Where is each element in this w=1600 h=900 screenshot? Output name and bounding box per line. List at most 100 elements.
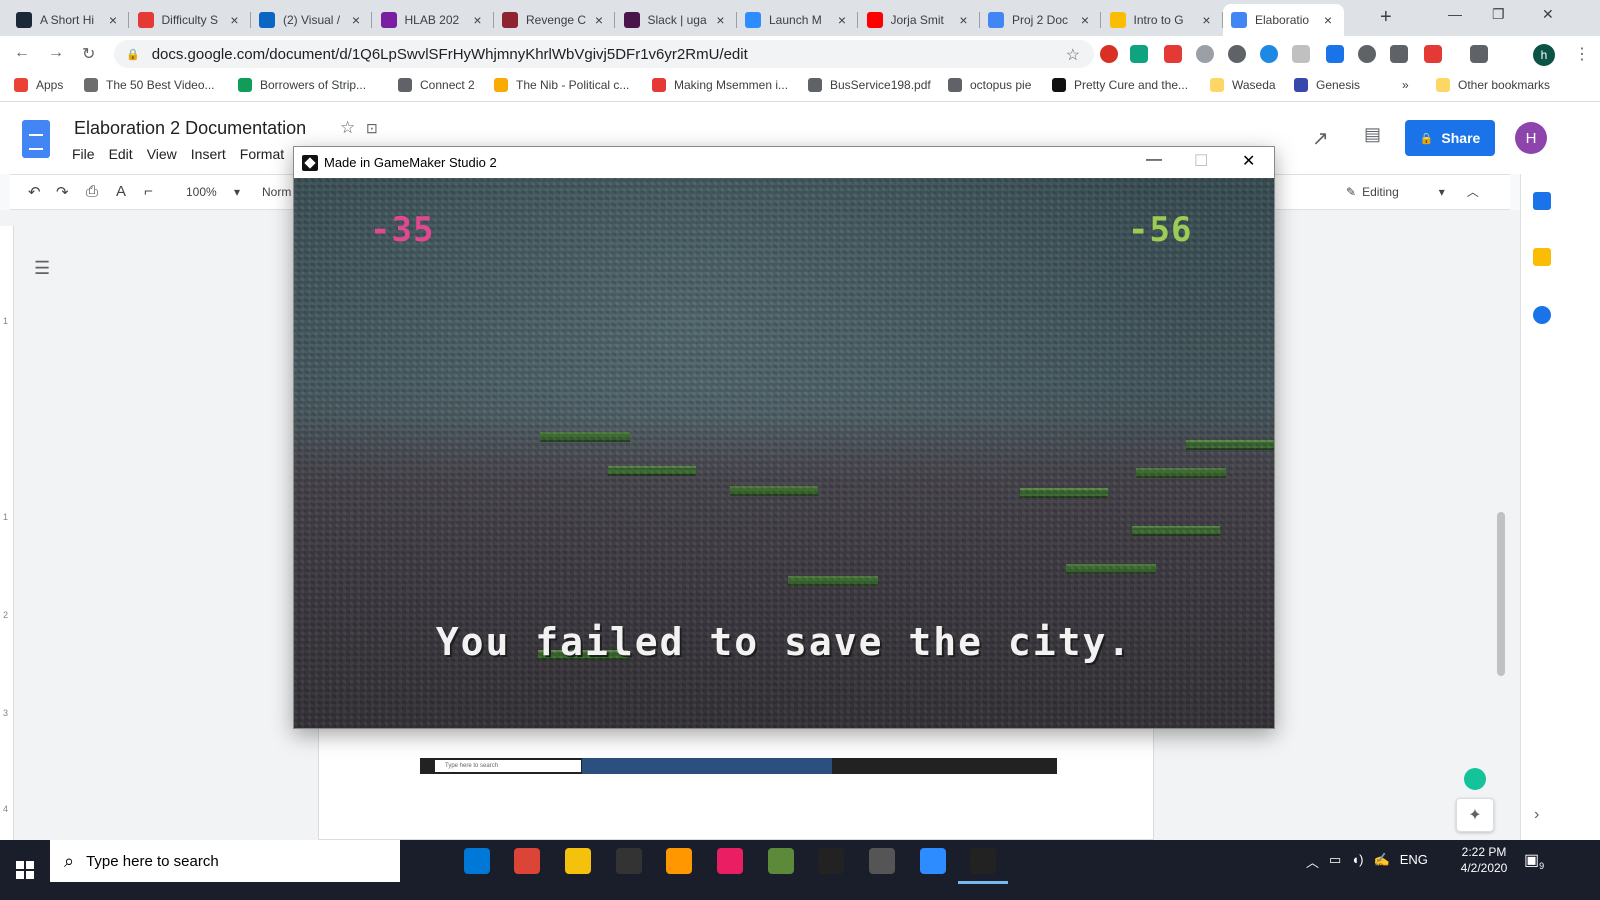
browser-tab[interactable]: HLAB 202 × (373, 4, 494, 36)
game-canvas[interactable]: -35 -56 You failed to save the city. (294, 178, 1274, 728)
minimize-icon[interactable]: — (1146, 151, 1162, 169)
extension-icon[interactable] (1358, 45, 1376, 63)
document-outline-icon[interactable]: ☰ (34, 258, 50, 279)
pen-workspace-icon[interactable]: ✍ (1374, 852, 1390, 871)
browser-tab[interactable]: (2) Visual / × (251, 4, 372, 36)
menu-format[interactable]: Format (240, 146, 292, 162)
collapse-toolbar-icon[interactable]: ︿ (1467, 183, 1479, 200)
print-icon[interactable]: ⎙ (86, 183, 98, 200)
bookmark-item[interactable]: The Nib - Political c... (494, 78, 629, 92)
browser-tab[interactable]: Proj 2 Doc × (980, 4, 1101, 36)
browser-menu-icon[interactable]: ⋮ (1574, 44, 1590, 64)
grammar-extension-icon[interactable] (1260, 45, 1278, 63)
bookmark-item[interactable]: Pretty Cure and the... (1052, 78, 1188, 92)
close-tab-icon[interactable]: × (834, 12, 850, 28)
beta-extension-icon[interactable] (1130, 45, 1148, 63)
paragraph-style-select[interactable]: Norm (262, 185, 291, 199)
profile-avatar[interactable]: h (1533, 44, 1555, 66)
task-view-icon[interactable] (411, 848, 437, 874)
bookmark-star-icon[interactable]: ☆ (1066, 45, 1080, 65)
adblock-extension-icon[interactable] (1100, 45, 1118, 63)
taskbar-clock[interactable]: 2:22 PM 4/2/2020 (1454, 844, 1514, 876)
extension-icon[interactable] (1196, 45, 1214, 63)
activity-dashboard-icon[interactable]: ↗ (1312, 126, 1329, 151)
close-tab-icon[interactable]: × (1320, 12, 1336, 28)
close-tab-icon[interactable]: × (1077, 12, 1093, 28)
edge-icon[interactable] (464, 848, 490, 874)
close-icon[interactable]: ✕ (1242, 151, 1255, 171)
menu-file[interactable]: File (72, 146, 103, 162)
other-bookmarks-folder[interactable]: Other bookmarks (1436, 78, 1550, 92)
bookmark-item[interactable]: octopus pie (948, 78, 1031, 92)
close-tab-icon[interactable]: × (956, 12, 972, 28)
forward-icon[interactable]: → (48, 44, 64, 62)
sublime-icon[interactable] (666, 848, 692, 874)
undo-icon[interactable]: ↶ (28, 183, 41, 201)
browser-tab[interactable]: Slack | uga × (616, 4, 737, 36)
gamemaker-running-icon[interactable] (958, 848, 1008, 884)
back-icon[interactable]: ← (14, 44, 30, 62)
comments-icon[interactable]: ▤ (1364, 124, 1381, 145)
calculator-icon[interactable] (869, 848, 895, 874)
game-title-bar[interactable]: Made in GameMaker Studio 2 — ☐ ✕ (294, 147, 1274, 178)
close-tab-icon[interactable]: × (713, 12, 729, 28)
calendar-icon[interactable] (1533, 192, 1551, 210)
bookmark-item[interactable]: BusService198.pdf (808, 78, 931, 92)
p-app-icon[interactable] (616, 848, 642, 874)
show-hidden-icons-icon[interactable]: ︿ (1306, 852, 1319, 871)
account-avatar[interactable]: H (1515, 122, 1547, 154)
browser-tab[interactable]: A Short Hi × (8, 4, 129, 36)
reload-icon[interactable]: ↻ (82, 44, 95, 64)
start-button[interactable] (0, 840, 50, 900)
grammarly-icon[interactable] (1464, 768, 1486, 790)
editing-mode-select[interactable]: ✎ Editing ▾ ︿ (1346, 183, 1479, 200)
close-browser-icon[interactable]: ✕ (1542, 6, 1554, 23)
bookmark-item[interactable]: Borrowers of Strip... (238, 78, 366, 92)
share-button[interactable]: 🔒 Share (1405, 120, 1495, 156)
close-tab-icon[interactable]: × (348, 12, 364, 28)
star-document-icon[interactable]: ☆ (340, 118, 355, 138)
document-scrollbar[interactable] (1497, 512, 1505, 676)
address-bar[interactable]: 🔒 docs.google.com/document/d/1Q6LpSwvlSF… (114, 40, 1094, 68)
bookmark-item[interactable]: Apps (14, 78, 63, 92)
close-tab-icon[interactable]: × (105, 12, 121, 28)
chrome-icon[interactable] (514, 848, 540, 874)
taskbar-search-box[interactable]: ⌕ Type here to search (50, 840, 400, 882)
explore-button[interactable]: ✦ (1456, 798, 1494, 832)
minimize-browser-icon[interactable]: — (1448, 6, 1462, 22)
zoom-select[interactable]: 100% ▾ (186, 185, 240, 199)
extension-icon[interactable] (1292, 45, 1310, 63)
keep-icon[interactable] (1533, 248, 1551, 266)
more-bookmarks-button[interactable]: » (1402, 78, 1409, 92)
browser-tab[interactable]: Elaboratio × (1223, 4, 1344, 36)
redo-icon[interactable]: ↷ (56, 183, 69, 201)
bookmark-item[interactable]: The 50 Best Video... (84, 78, 215, 92)
menu-edit[interactable]: Edit (109, 146, 141, 162)
minecraft-icon[interactable] (768, 848, 794, 874)
volume-icon[interactable]: ◖) (1351, 852, 1363, 871)
restore-browser-icon[interactable]: ❐ (1492, 6, 1505, 23)
battery-icon[interactable]: ▭ (1329, 852, 1341, 871)
media-control-icon[interactable] (1470, 45, 1488, 63)
bookmark-item[interactable]: Waseda (1210, 78, 1276, 92)
color-wheel-icon[interactable] (717, 848, 743, 874)
show-side-panel-icon[interactable]: › (1534, 806, 1539, 824)
kanji-extension-icon[interactable] (1326, 45, 1344, 63)
bookmark-item[interactable]: Genesis (1294, 78, 1360, 92)
menu-insert[interactable]: Insert (191, 146, 234, 162)
move-to-folder-icon[interactable]: ⊡ (366, 120, 378, 137)
browser-tab[interactable]: Difficulty S × (130, 4, 251, 36)
action-center-icon[interactable]: ▣9 (1524, 850, 1544, 871)
tasks-icon[interactable] (1533, 306, 1551, 324)
browser-tab[interactable]: Jorja Smit × (859, 4, 980, 36)
browser-tab[interactable]: Revenge C × (494, 4, 615, 36)
bookmark-item[interactable]: Connect 2 (398, 78, 475, 92)
google-docs-logo-icon[interactable] (22, 120, 50, 158)
language-indicator[interactable]: ENG (1400, 852, 1428, 871)
pocket-extension-icon[interactable] (1164, 45, 1182, 63)
extension-icon[interactable] (1390, 45, 1408, 63)
menu-view[interactable]: View (147, 146, 185, 162)
paint-format-icon[interactable]: ⌐ (144, 183, 153, 200)
pinterest-extension-icon[interactable] (1228, 45, 1246, 63)
new-tab-button[interactable]: + (1380, 6, 1392, 29)
